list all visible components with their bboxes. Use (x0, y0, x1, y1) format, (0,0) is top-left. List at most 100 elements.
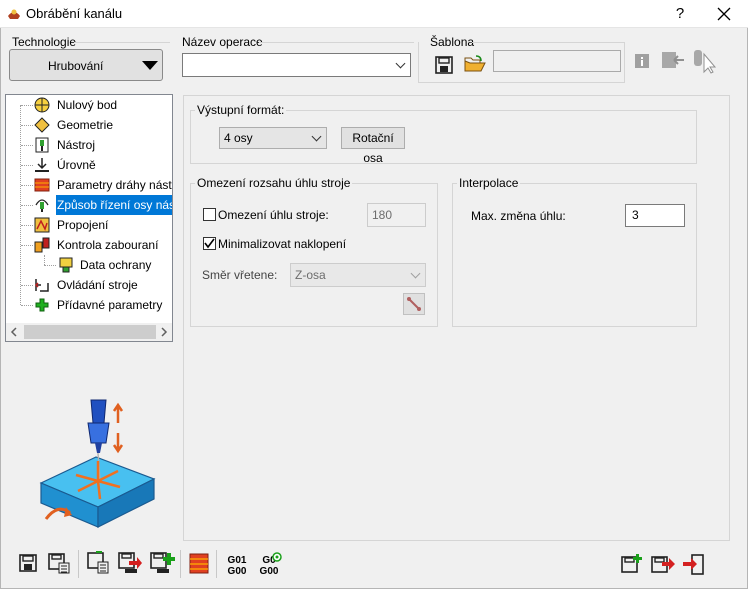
spindle-value: Z-osa (295, 268, 326, 282)
technologie-label: Technologie (12, 35, 77, 49)
technologie-line (74, 42, 170, 43)
tree-branch (21, 285, 33, 286)
tree-branch (21, 105, 33, 106)
protection-data-icon (59, 257, 73, 273)
omezeni-legend: Omezení rozsahu úhlu stroje (195, 176, 353, 190)
toolpath-stack-icon[interactable] (188, 551, 210, 575)
tree-horizontal-scrollbar[interactable] (6, 323, 172, 341)
nazev-operace-label: Název operace (182, 35, 263, 49)
origin-icon (34, 97, 50, 113)
wrench-icon (407, 297, 421, 311)
technologie-value: Hrubování (48, 59, 104, 73)
sablona-frame-left (418, 42, 419, 82)
spindle-label: Směr vřetene: (202, 268, 278, 282)
tree-branch (21, 185, 33, 186)
scroll-left-icon[interactable] (10, 327, 18, 337)
tree-item-label: Úrovně (57, 158, 96, 172)
exit-icon[interactable] (682, 553, 706, 577)
tree-branch (21, 205, 33, 206)
levels-icon (35, 158, 49, 172)
tree-item-kontrola[interactable]: Kontrola zabouraní (6, 235, 172, 255)
chevron-down-icon (395, 58, 406, 69)
tree-item-label: Parametry dráhy nástroje (57, 178, 172, 192)
save-calc-all-icon[interactable] (86, 551, 110, 575)
check-icon (204, 238, 215, 249)
max-angle-input[interactable]: 3 (625, 204, 685, 227)
technologie-dropdown[interactable]: Hrubování (9, 49, 163, 81)
save-new-icon[interactable] (149, 551, 175, 575)
tree-item-pridavne[interactable]: Přídavné parametry (6, 295, 172, 315)
save-icon[interactable] (18, 553, 38, 573)
tree-item-nastroj[interactable]: Nástroj (6, 135, 172, 155)
tree-branch (21, 165, 33, 166)
save-forward-icon[interactable] (650, 553, 676, 575)
tree-item-geometrie[interactable]: Geometrie (6, 115, 172, 135)
gcode-convert-button[interactable]: G01 G00 (226, 555, 248, 577)
sablona-frame-right (624, 42, 625, 82)
tree-branch (21, 125, 33, 126)
delete-template-icon[interactable] (660, 48, 688, 72)
tree-item-zpusob-rizeni[interactable]: Způsob řízení osy nástroje (6, 195, 172, 215)
nazev-operace-line (259, 42, 414, 43)
sablona-frame-bottom (418, 82, 625, 83)
tree-item-parametry-drahy[interactable]: Parametry dráhy nástroje (6, 175, 172, 195)
rotary-axis-button[interactable]: Rotační osa (341, 127, 405, 165)
open-folder-icon[interactable] (464, 55, 486, 73)
tool-axis-illustration-icon (39, 399, 156, 528)
help-button[interactable]: ? (660, 2, 700, 26)
tree-branch (21, 145, 33, 146)
tool-axis-icon (35, 199, 49, 212)
minimize-checkbox[interactable] (203, 237, 216, 250)
gcode-settings-icon (272, 552, 282, 562)
collision-check-icon (34, 237, 50, 253)
app-icon (8, 9, 20, 19)
save-send-icon[interactable] (117, 551, 143, 575)
limit-checkbox[interactable] (203, 208, 216, 221)
tree-branch (21, 305, 33, 306)
tree-branch (44, 265, 56, 266)
limit-label: Omezení úhlu stroje: (218, 208, 329, 222)
gcode1-top: G01 (227, 555, 247, 566)
geometry-icon (34, 117, 50, 133)
tool-icon (35, 137, 49, 153)
axes-dropdown[interactable]: 4 osy (219, 127, 327, 149)
chevron-down-icon (410, 268, 421, 279)
tree-item-label: Přídavné parametry (57, 298, 163, 312)
triangle-down-icon (142, 61, 158, 70)
tree-item-label: Kontrola zabouraní (57, 238, 159, 252)
save-calc-icon[interactable] (47, 552, 71, 574)
tree-item-label: Geometrie (57, 118, 114, 132)
spindle-edit-button[interactable] (403, 293, 425, 315)
limit-input[interactable]: 180 (367, 203, 426, 227)
tree-item-label: Propojení (57, 218, 109, 232)
tree-branch (21, 225, 33, 226)
max-angle-label: Max. změna úhlu: (471, 209, 566, 223)
machine-control-icon (34, 279, 49, 292)
tree-branch (44, 255, 45, 265)
parameter-tree[interactable]: Nulový bod Geometrie Nástroj Úrovně Para… (5, 94, 173, 342)
info-icon[interactable] (635, 54, 649, 68)
toolpath-params-icon (34, 178, 50, 192)
title-bar: Obrábění kanálu ? (0, 0, 748, 28)
scroll-right-icon[interactable] (160, 327, 168, 337)
scroll-thumb[interactable] (24, 325, 156, 339)
tree-item-label: Ovládání stroje (57, 278, 138, 292)
tree-item-data-ochrany[interactable]: Data ochrany (6, 255, 172, 275)
spindle-dropdown[interactable]: Z-osa (290, 263, 426, 287)
template-cursor-icon[interactable] (692, 48, 720, 74)
gcode1-bottom: G00 (227, 566, 247, 577)
nazev-operace-combo[interactable] (182, 53, 411, 77)
interpolace-legend: Interpolace (457, 176, 521, 190)
tree-item-ovladani[interactable]: Ovládání stroje (6, 275, 172, 295)
sablona-field (493, 50, 621, 72)
tree-item-nulovy-bod[interactable]: Nulový bod (6, 95, 172, 115)
close-button[interactable] (704, 2, 744, 26)
tree-item-propojeni[interactable]: Propojení (6, 215, 172, 235)
close-icon (717, 7, 731, 21)
vystupni-format-legend: Výstupní formát: (195, 103, 287, 117)
minimize-label: Minimalizovat naklopení (218, 237, 347, 251)
save-add-icon[interactable] (620, 553, 644, 575)
save-template-icon[interactable] (435, 56, 453, 74)
tree-item-urovne[interactable]: Úrovně (6, 155, 172, 175)
sablona-line (472, 42, 624, 43)
